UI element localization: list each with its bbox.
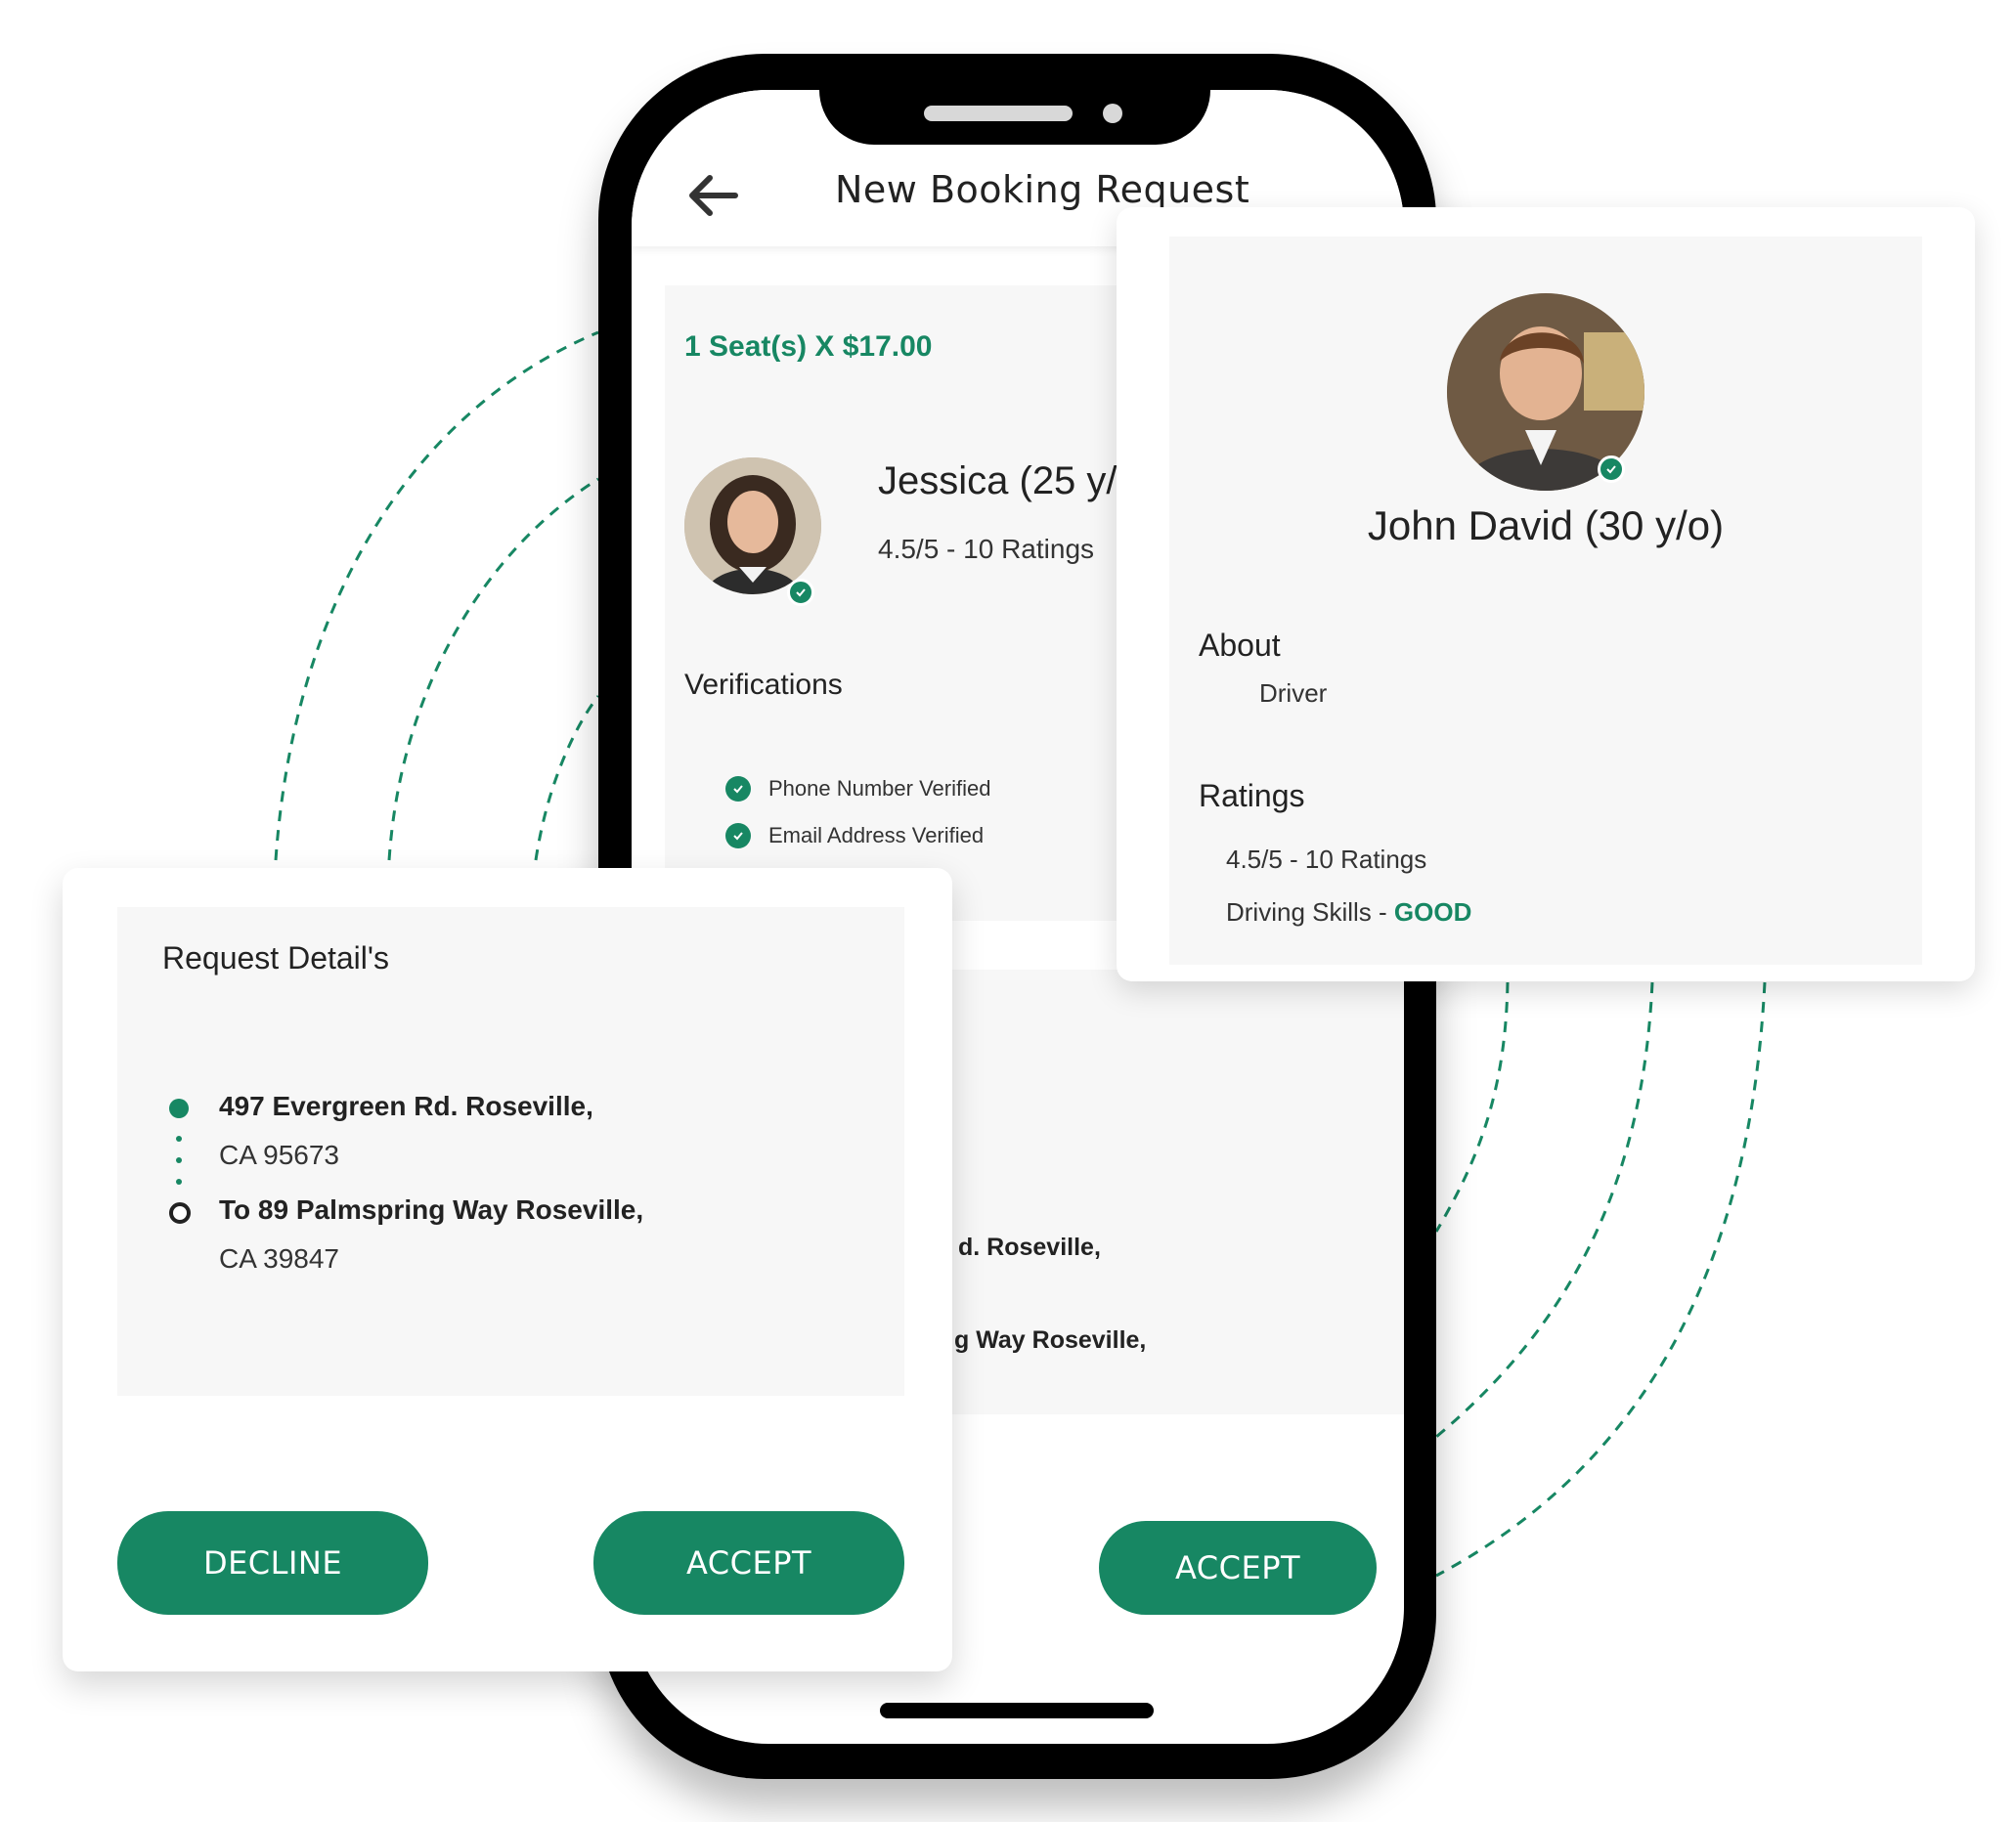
route-dot [176, 1157, 182, 1163]
home-indicator[interactable] [880, 1703, 1154, 1718]
check-circle-icon [725, 823, 751, 848]
partial-address-to: g Way Roseville, [954, 1326, 1147, 1354]
about-value: Driver [1259, 678, 1328, 708]
partial-address-from: d. Roseville, [958, 1234, 1101, 1261]
front-camera [1103, 104, 1122, 123]
ratings-value: 4.5/5 - 10 Ratings [1226, 845, 1427, 874]
verification-item: Email Address Verified [725, 823, 984, 848]
route-dot [176, 1179, 182, 1185]
request-title: Request Detail's [162, 940, 389, 976]
accept-button[interactable]: ACCEPT [1099, 1521, 1377, 1615]
driver-name: John David (30 y/o) [1367, 502, 1725, 548]
pickup-address: 497 Evergreen Rd. Roseville, [219, 1091, 593, 1121]
route-dot [176, 1136, 182, 1142]
verification-label: Email Address Verified [768, 823, 985, 847]
arrow-left-icon[interactable] [682, 168, 741, 223]
decline-button[interactable]: DECLINE [117, 1511, 428, 1615]
speaker-grille [924, 106, 1073, 121]
passenger-name: Jessica (25 y/ [878, 459, 1118, 502]
about-label: About [1199, 628, 1281, 663]
verified-badge-icon [1598, 456, 1625, 483]
ratings-label: Ratings [1199, 778, 1305, 813]
check-circle-icon [725, 776, 751, 802]
driving-skills: Driving Skills - GOOD [1226, 897, 1471, 928]
request-detail-panel: Request Detail's 497 Evergreen Rd. Rosev… [117, 907, 904, 1396]
passenger-rating: 4.5/5 - 10 Ratings [878, 534, 1095, 564]
driver-profile-panel: John David (30 y/o) About Driver Ratings… [1169, 237, 1922, 965]
driving-skills-label: Driving Skills - [1226, 897, 1394, 927]
passenger-avatar[interactable] [684, 457, 821, 594]
dropoff-address: To 89 Palmspring Way Roseville, [219, 1194, 644, 1225]
accept-request-button[interactable]: ACCEPT [593, 1511, 904, 1615]
verified-badge-icon [787, 579, 814, 606]
dropoff-zip: CA 39847 [219, 1243, 339, 1274]
request-detail-card: Request Detail's 497 Evergreen Rd. Rosev… [63, 868, 952, 1671]
dropoff-pin-icon [169, 1202, 191, 1224]
driver-profile-card: John David (30 y/o) About Driver Ratings… [1117, 207, 1975, 981]
verifications-title: Verifications [684, 669, 843, 701]
pickup-pin-icon [169, 1099, 189, 1118]
driving-skills-value: GOOD [1393, 897, 1472, 927]
verification-label: Phone Number Verified [768, 776, 991, 801]
verification-item: Phone Number Verified [725, 776, 990, 802]
seat-price: 1 Seat(s) X $17.00 [684, 330, 933, 363]
pickup-zip: CA 95673 [219, 1140, 339, 1170]
page-title: New Booking Request [835, 168, 1250, 211]
